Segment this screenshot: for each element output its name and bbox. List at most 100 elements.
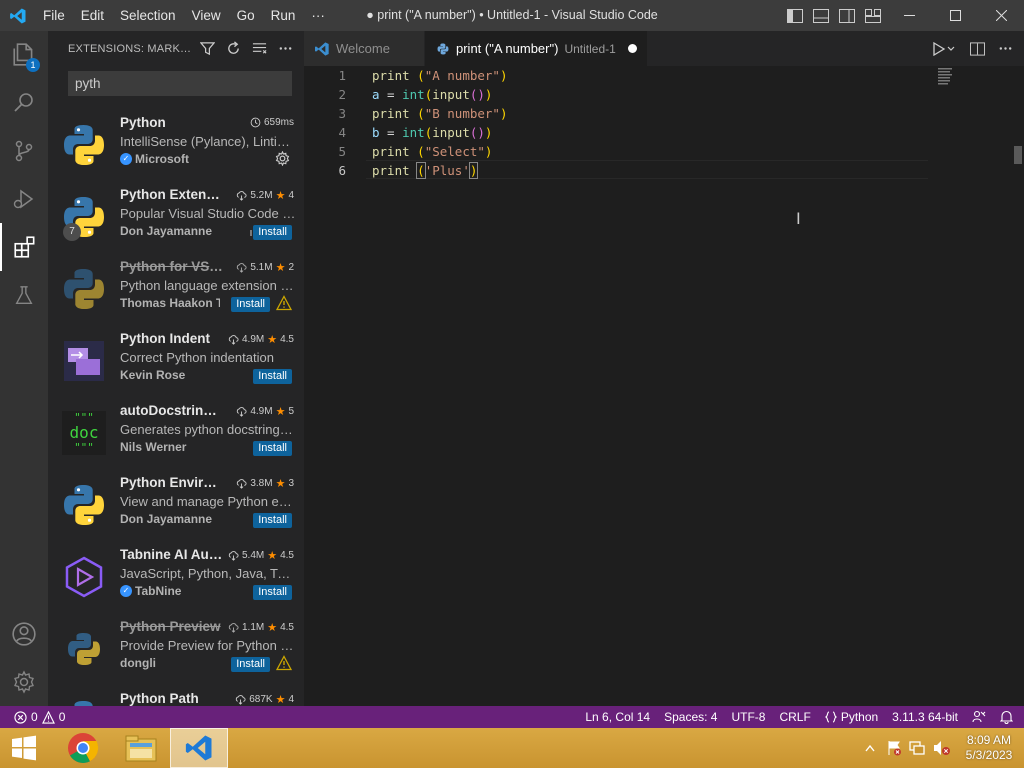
refresh-icon[interactable]	[222, 38, 244, 60]
install-button[interactable]: Install	[231, 297, 270, 312]
code-line[interactable]: 3 print ("B number")	[304, 104, 1024, 123]
extension-item-python-indent[interactable]: Python Indent 4.9M ★ 4.5 Correct Python in…	[48, 323, 304, 395]
code-line[interactable]: 6 print ('Plus')	[304, 161, 1024, 180]
show-hidden-icons-icon[interactable]	[858, 728, 882, 768]
extension-publisher: Nils Werner	[120, 440, 187, 454]
title-bar: File Edit Selection View Go Run ··· ● pr…	[0, 0, 1024, 31]
menu-file[interactable]: File	[35, 0, 73, 31]
extension-settings-gear-icon[interactable]	[275, 151, 290, 166]
system-clock[interactable]: 8:09 AM 5/3/2023	[954, 733, 1024, 763]
code-text: print ('Plus')	[372, 162, 479, 179]
menu-view[interactable]: View	[184, 0, 229, 31]
cursor-position[interactable]: Ln 6, Col 14	[578, 706, 657, 728]
run-python-file-icon[interactable]	[928, 38, 960, 60]
extension-item-tabnine[interactable]: Tabnine AI Autocomplete 5.4M★4.5 JavaScr…	[48, 539, 304, 611]
code-line[interactable]: 1 print ("A number")	[304, 66, 1024, 85]
code-line[interactable]: 5 print ("Select")	[304, 142, 1024, 161]
explorer-badge: 1	[26, 58, 40, 72]
warning-icon[interactable]	[276, 295, 292, 311]
accounts-icon[interactable]	[0, 610, 48, 658]
tab-welcome[interactable]: Welcome	[304, 31, 424, 66]
install-button[interactable]: Install	[253, 225, 292, 240]
split-editor-icon[interactable]	[966, 38, 988, 60]
install-button[interactable]: Install	[253, 513, 292, 528]
extension-name: Python Extension Pack	[120, 187, 224, 202]
line-number: 6	[338, 163, 346, 178]
python-interpreter[interactable]: 3.11.3 64-bit	[885, 706, 965, 728]
language-mode[interactable]: Python	[818, 706, 885, 728]
more-actions-icon[interactable]	[274, 38, 296, 60]
menu-more[interactable]: ···	[303, 0, 333, 31]
source-control-icon[interactable]	[0, 127, 48, 175]
menu-edit[interactable]: Edit	[73, 0, 112, 31]
menu-bar: File Edit Selection View Go Run ···	[35, 0, 333, 31]
minimap[interactable]	[936, 66, 966, 86]
explorer-icon[interactable]: 1	[0, 31, 48, 79]
extension-item-python-preview[interactable]: Python Preview 1.1M ★ 4.5 Provide Preview …	[48, 611, 304, 683]
code-line[interactable]: 2 a = int(input())	[304, 85, 1024, 104]
action-center-flag-icon[interactable]	[882, 728, 906, 768]
file-explorer-icon[interactable]	[112, 728, 170, 768]
indentation[interactable]: Spaces: 4	[657, 706, 724, 728]
extension-description: Python language extension for vscode	[120, 278, 296, 293]
toggle-panel-icon[interactable]	[808, 0, 834, 31]
vscode-icon[interactable]	[170, 728, 228, 768]
close-icon[interactable]	[978, 0, 1024, 31]
extension-stats: 5.1M ★ 2	[236, 261, 294, 274]
install-button[interactable]: Install	[253, 441, 292, 456]
extension-name: Python Indent	[120, 331, 210, 346]
extensions-search-input[interactable]	[68, 71, 292, 96]
warning-icon[interactable]	[276, 655, 292, 671]
chrome-icon[interactable]	[54, 728, 112, 768]
line-number: 2	[338, 87, 346, 102]
filter-icon[interactable]	[196, 38, 218, 60]
end-of-line[interactable]: CRLF	[772, 706, 817, 728]
menu-go[interactable]: Go	[229, 0, 263, 31]
install-button[interactable]: Install	[231, 657, 270, 672]
code-editor[interactable]: 1 print ("A number") 2 a = int(input()) 3 pri…	[304, 66, 1024, 706]
search-icon[interactable]	[0, 79, 48, 127]
maximize-icon[interactable]	[932, 0, 978, 31]
toggle-primary-sidebar-icon[interactable]	[782, 0, 808, 31]
vscode-logo-icon[interactable]	[0, 0, 35, 31]
extension-item-python-environment-manager[interactable]: Python Environment Manager 3.8M★3 View a…	[48, 467, 304, 539]
manage-gear-icon[interactable]	[0, 658, 48, 706]
extension-item-autodocstring[interactable]: """ doc """ autoDocstring - Python Docst…	[48, 395, 304, 467]
extension-pack-count-badge: 7	[63, 223, 81, 241]
volume-muted-icon[interactable]	[930, 728, 954, 768]
problems-status[interactable]: 0 0	[0, 706, 72, 728]
extension-item-python-extension-pack[interactable]: 7 Python Extension Pack 5.2M★4 Popular V…	[48, 179, 304, 251]
menu-run[interactable]: Run	[263, 0, 304, 31]
extension-item-python[interactable]: Python 659ms IntelliSense (Pylance), Lin…	[48, 107, 304, 239]
editor-more-actions-icon[interactable]	[994, 38, 1016, 60]
network-icon[interactable]	[906, 728, 930, 768]
clock-history-icon	[250, 117, 261, 128]
tab-untitled-1[interactable]: print ("A number") Untitled-1	[425, 31, 647, 66]
minimize-icon[interactable]	[886, 0, 932, 31]
unsaved-dot-icon[interactable]	[627, 44, 637, 53]
toggle-secondary-sidebar-icon[interactable]	[834, 0, 860, 31]
encoding[interactable]: UTF-8	[724, 706, 772, 728]
extension-description: IntelliSense (Pylance), Linting, Debuggi…	[120, 134, 296, 149]
extension-item-python-path[interactable]: Python Path 687K ★ 4	[48, 683, 304, 706]
feedback-icon[interactable]	[965, 706, 993, 728]
testing-icon[interactable]	[0, 271, 48, 319]
download-cloud-icon	[237, 479, 247, 489]
activation-time: 659ms	[263, 117, 294, 128]
notifications-bell-icon[interactable]	[993, 706, 1020, 728]
customize-layout-icon[interactable]	[860, 0, 886, 31]
verified-badge-icon: ✓	[120, 153, 132, 165]
vertical-scrollbar[interactable]	[1014, 146, 1022, 164]
clear-results-icon[interactable]	[248, 38, 270, 60]
install-button[interactable]: Install	[253, 369, 292, 384]
extension-description: Generates python docstrings automaticall…	[120, 422, 296, 437]
extensions-icon[interactable]	[0, 223, 48, 271]
extension-publisher: ✓ Microsoft	[120, 152, 230, 166]
run-debug-icon[interactable]	[0, 175, 48, 223]
extension-item-python-for-vscode[interactable]: Python for VSCode 5.1M★2 Python language…	[48, 251, 304, 323]
menu-selection[interactable]: Selection	[112, 0, 184, 31]
tab-label: Welcome	[336, 41, 390, 56]
install-button[interactable]: Install	[253, 585, 292, 600]
windows-start-icon[interactable]	[0, 728, 48, 768]
code-line[interactable]: 4 b = int(input())	[304, 123, 1024, 142]
